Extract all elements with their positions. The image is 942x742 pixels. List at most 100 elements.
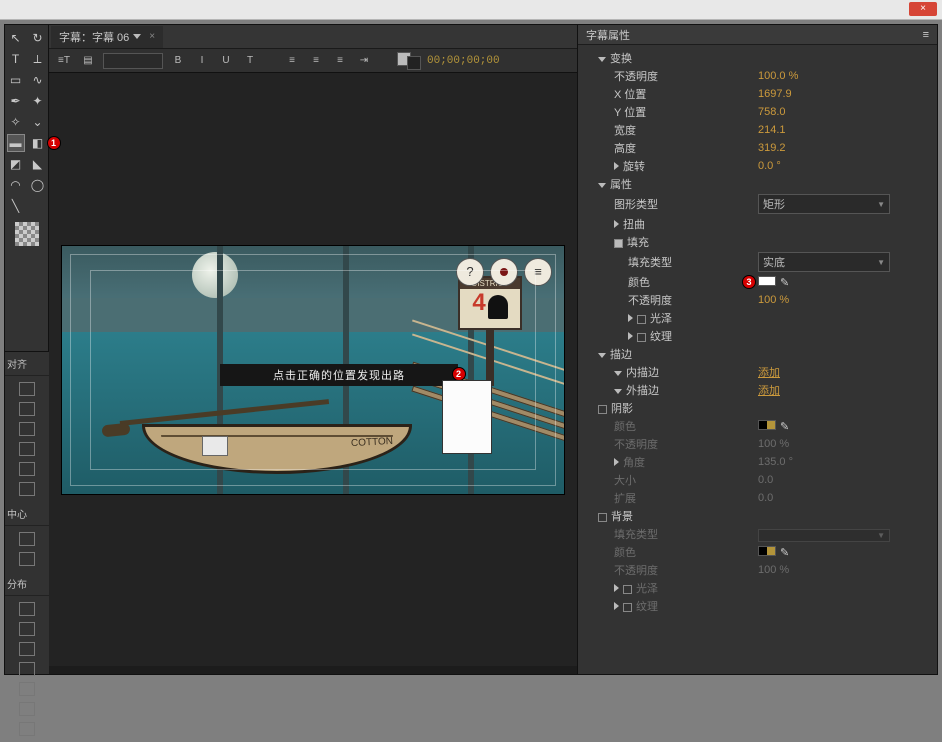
rect-tool-icon[interactable]: ▬ (7, 134, 25, 152)
delpt-tool-icon[interactable]: ✧ (7, 113, 25, 131)
prop-width-value[interactable]: 214.1 (758, 124, 937, 136)
section-attrs[interactable]: 属性 (610, 179, 632, 191)
arc-tool-icon[interactable]: ◠ (7, 176, 25, 194)
distribute-icon[interactable] (19, 722, 35, 736)
title-canvas[interactable]: DISTRICT 4 ? ≡ COTTON 点击正确的位置发现出路 2 (61, 245, 565, 495)
center-panel-header[interactable]: 中心 (5, 502, 49, 526)
prop-fillopac-value[interactable]: 100 % (758, 294, 937, 306)
callout-marker-3: 3 (742, 275, 756, 289)
prop-distort-label[interactable]: 扭曲 (623, 219, 645, 231)
canvas-area: 字幕：字幕 06 × ≡T ▤ B I U T ≡ ≡ ≡ ⇥ 00;00;00… (49, 25, 577, 674)
template-icon[interactable]: ▤ (79, 53, 97, 69)
distribute-icon[interactable] (19, 622, 35, 636)
eyedropper-icon[interactable]: ✎ (780, 420, 790, 430)
prop-shopac-label: 不透明度 (578, 436, 758, 452)
section-bg[interactable]: 背景 (611, 511, 633, 523)
font-family-select[interactable] (103, 53, 163, 69)
line-tool-icon[interactable]: ╲ (7, 197, 25, 215)
center-icon[interactable] (19, 552, 35, 566)
panel-header[interactable]: 字幕属性 ≡ (578, 25, 937, 45)
section-fill[interactable]: 填充 (627, 237, 649, 249)
canvas-bottom-strip (49, 666, 577, 674)
distribute-icon[interactable] (19, 602, 35, 616)
prop-rotate-value[interactable]: 0.0 ° (758, 160, 937, 172)
texture-checkbox[interactable] (637, 333, 646, 342)
prop-bgsheen: 光泽 (636, 583, 658, 595)
selection-tool-icon[interactable]: ↖ (7, 29, 25, 47)
align-icon[interactable] (19, 462, 35, 476)
wedge-tool-icon[interactable]: ◣ (29, 155, 47, 173)
shadow-checkbox[interactable] (598, 405, 607, 414)
filltype-select[interactable]: 实底▼ (758, 252, 890, 272)
fill-swatch-icon[interactable] (15, 222, 39, 246)
eyedropper-icon[interactable]: ✎ (780, 276, 790, 286)
align-icon[interactable] (19, 442, 35, 456)
shadow-color-swatch[interactable] (758, 420, 776, 430)
prop-ypos-value[interactable]: 758.0 (758, 106, 937, 118)
convert-tool-icon[interactable]: ⌄ (29, 113, 47, 131)
graphtype-select[interactable]: 矩形▼ (758, 194, 890, 214)
fill-checkbox[interactable] (614, 239, 623, 248)
align-icon[interactable] (19, 402, 35, 416)
align-panel-header[interactable]: 对齐 (5, 352, 49, 376)
addpt-tool-icon[interactable]: ✦ (29, 92, 47, 110)
document-tab[interactable]: 字幕：字幕 06 × (51, 26, 163, 48)
tab-menu-icon[interactable] (133, 34, 141, 39)
tab-icon[interactable]: ⇥ (355, 53, 373, 69)
size-icon[interactable]: T (241, 53, 259, 69)
sheen-checkbox[interactable] (637, 315, 646, 324)
align-icon[interactable] (19, 422, 35, 436)
path-type-icon[interactable]: ∿ (29, 71, 47, 89)
bold-icon[interactable]: B (169, 53, 187, 69)
prop-bgtex: 纹理 (636, 601, 658, 613)
panel-menu-icon[interactable]: ≡ (923, 29, 929, 41)
area-type-icon[interactable]: ▭ (7, 71, 25, 89)
prop-filltype-label: 填充类型 (578, 254, 758, 270)
distribute-panel-header[interactable]: 分布 (5, 572, 49, 596)
add-stroke-link[interactable]: 添加 (758, 385, 780, 397)
align-center-icon[interactable]: ≡ (307, 53, 325, 69)
distribute-icon[interactable] (19, 702, 35, 716)
distribute-icon[interactable] (19, 682, 35, 696)
panel-body: 变换 不透明度100.0 % X 位置1697.9 Y 位置758.0 宽度21… (578, 45, 937, 674)
prop-height-value[interactable]: 319.2 (758, 142, 937, 154)
bg-checkbox[interactable] (598, 513, 607, 522)
fill-color-swatch[interactable] (758, 276, 776, 286)
ellipse-tool-icon[interactable]: ◯ (29, 176, 47, 194)
prop-opacity-value[interactable]: 100.0 % (758, 70, 937, 82)
tab-close-icon[interactable]: × (149, 31, 155, 42)
add-stroke-link[interactable]: 添加 (758, 367, 780, 379)
align-right-icon[interactable]: ≡ (331, 53, 349, 69)
prop-ypos-label: Y 位置 (578, 104, 758, 120)
distribute-icon[interactable] (19, 642, 35, 656)
prop-rotate-label: 旋转 (623, 161, 645, 173)
section-stroke[interactable]: 描边 (610, 349, 632, 361)
prop-texture[interactable]: 纹理 (650, 331, 672, 343)
fill-stroke-swatch[interactable] (397, 52, 421, 70)
prop-sheen[interactable]: 光泽 (650, 313, 672, 325)
section-shadow[interactable]: 阴影 (611, 403, 633, 415)
rotate-tool-icon[interactable]: ↻ (29, 29, 47, 47)
align-icon[interactable] (19, 382, 35, 396)
vtype-tool-icon[interactable]: ⟂ (29, 50, 47, 68)
font-family-label-icon[interactable]: ≡T (55, 53, 73, 69)
italic-icon[interactable]: I (193, 53, 211, 69)
prop-outerstroke[interactable]: 外描边 (626, 385, 659, 397)
section-transform[interactable]: 变换 (610, 53, 632, 65)
align-left-icon[interactable]: ≡ (283, 53, 301, 69)
prop-xpos-value[interactable]: 1697.9 (758, 88, 937, 100)
prop-innerstroke[interactable]: 内描边 (626, 367, 659, 379)
type-tool-icon[interactable]: T (7, 50, 25, 68)
center-icon[interactable] (19, 532, 35, 546)
clippedrect-tool-icon[interactable]: ◩ (7, 155, 25, 173)
roundrect-tool-icon[interactable]: ◧ (29, 134, 47, 152)
timecode-display[interactable]: 00;00;00;00 (427, 55, 500, 67)
prop-shdist-label: 大小 (578, 472, 758, 488)
blank (29, 197, 47, 215)
underline-icon[interactable]: U (217, 53, 235, 69)
bg-color-swatch (758, 546, 776, 556)
window-close-button[interactable]: × (909, 2, 937, 16)
align-icon[interactable] (19, 482, 35, 496)
distribute-icon[interactable] (19, 662, 35, 676)
pen-tool-icon[interactable]: ✒ (7, 92, 25, 110)
